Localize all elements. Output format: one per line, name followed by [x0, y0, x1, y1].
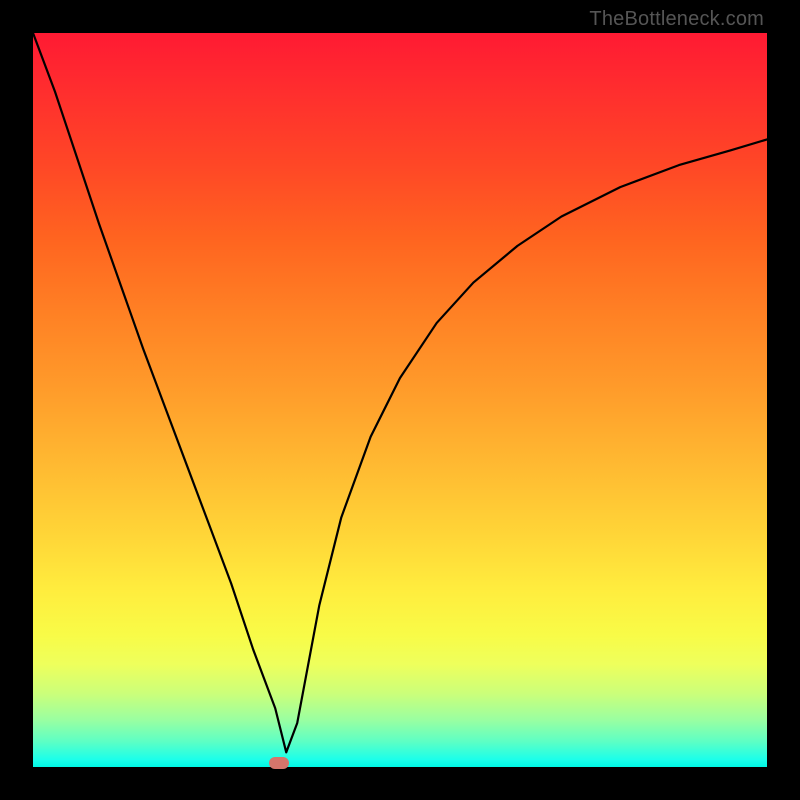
plot-background: [33, 33, 767, 767]
watermark-text: TheBottleneck.com: [589, 8, 764, 31]
chart-frame: [33, 33, 767, 767]
optimal-point-marker: [269, 757, 289, 769]
